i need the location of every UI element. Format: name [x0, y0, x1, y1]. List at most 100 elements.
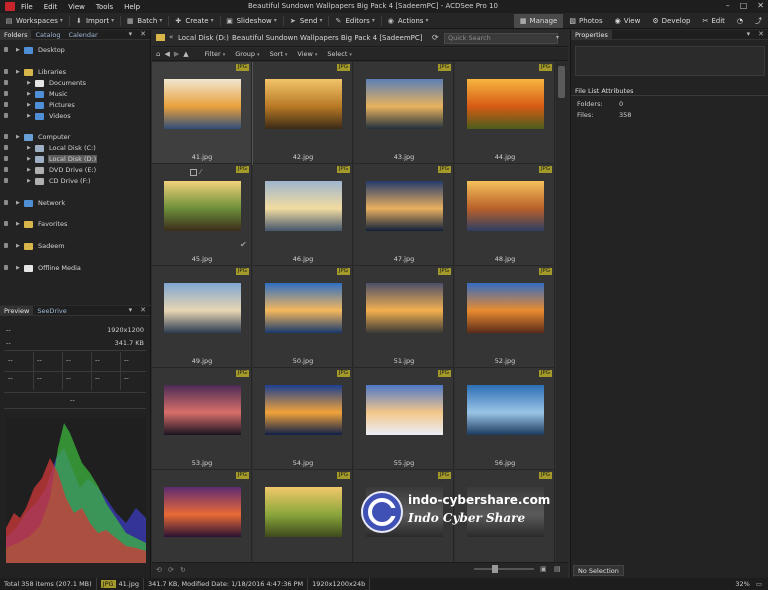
tree-pin-icon[interactable]: [4, 265, 8, 270]
tab-catalog[interactable]: Catalog: [31, 30, 64, 40]
expand-arrow-icon[interactable]: ▶: [16, 221, 24, 227]
menu-view[interactable]: View: [68, 3, 85, 11]
grid-scrollbar-thumb[interactable]: [558, 66, 565, 98]
thumbnail-image[interactable]: [164, 385, 241, 435]
view-menu[interactable]: View ▾: [297, 50, 317, 58]
menu-tools[interactable]: Tools: [96, 3, 113, 11]
minimize-icon[interactable]: –: [726, 1, 730, 10]
thumbnail-cell[interactable]: JPG 45.jpg ⁄ ✔: [152, 164, 252, 266]
expand-arrow-icon[interactable]: ▶: [27, 91, 35, 97]
thumbnail-image[interactable]: [366, 385, 443, 435]
thumbnail-image[interactable]: [265, 487, 342, 537]
import-button[interactable]: ⬇ Import ▾: [75, 17, 114, 25]
batch-button[interactable]: ▦ Batch ▾: [126, 17, 162, 25]
tree-pin-icon[interactable]: [4, 102, 8, 107]
thumbnail-cell[interactable]: JPG 50.jpg: [253, 266, 353, 368]
thumbnail-image[interactable]: [164, 181, 241, 231]
tree-item[interactable]: ▶ Local Disk (D:): [4, 154, 98, 164]
expand-arrow-icon[interactable]: ▶: [16, 265, 24, 271]
tree-pin-icon[interactable]: [4, 200, 8, 205]
thumbnail-cell[interactable]: JPG 41.jpg: [152, 62, 253, 165]
expand-arrow-icon[interactable]: ▶: [27, 145, 35, 151]
thumbnail-image[interactable]: [467, 181, 544, 231]
thumbnail-image[interactable]: [164, 487, 241, 537]
search-dropdown-icon[interactable]: ▾: [556, 34, 559, 41]
slideshow-button[interactable]: ▣ Slideshow ▾: [226, 17, 277, 25]
tree-item[interactable]: ▶ Offline Media: [4, 263, 82, 273]
up-icon[interactable]: ▲: [183, 50, 188, 58]
thumbnail-cell[interactable]: JPG 55.jpg: [354, 368, 454, 470]
thumbnail-image[interactable]: [164, 79, 241, 129]
thumbnail-image[interactable]: [265, 385, 342, 435]
thumbnail-cell[interactable]: JPG 43.jpg: [354, 62, 454, 164]
tree-item[interactable]: ▶ CD Drive (F:): [4, 176, 92, 186]
expand-arrow-icon[interactable]: ▶: [16, 134, 24, 140]
tab-no-selection[interactable]: No Selection: [573, 565, 624, 576]
expand-arrow-icon[interactable]: ▶: [27, 102, 35, 108]
zoom-slider-track[interactable]: [474, 568, 534, 570]
tree-item[interactable]: ▶ DVD Drive (E:): [4, 165, 97, 175]
create-button[interactable]: ✚ Create ▾: [174, 17, 213, 25]
thumbnail-image[interactable]: [467, 79, 544, 129]
tab-folders[interactable]: Folders: [0, 29, 32, 40]
quick-search-input[interactable]: Quick Search: [444, 33, 558, 44]
share-icon[interactable]: ⤴: [749, 14, 768, 28]
thumbnail-image[interactable]: [265, 181, 342, 231]
thumbnail-image[interactable]: [366, 181, 443, 231]
dashboard-icon[interactable]: ◔: [731, 14, 749, 28]
thumbnail-cell[interactable]: JPG 42.jpg: [253, 62, 353, 164]
view-mode-icon[interactable]: ▣: [540, 565, 547, 573]
refresh-icon[interactable]: ⟳: [432, 33, 439, 42]
checkmark-icon[interactable]: ✔: [240, 240, 247, 249]
thumbnail-cell[interactable]: JPG 48.jpg: [455, 164, 555, 266]
thumbnail-cell[interactable]: JPG: [152, 470, 252, 562]
tree-pin-icon[interactable]: [4, 221, 8, 226]
tree-item[interactable]: ▶ Videos: [4, 111, 72, 121]
thumbnail-image[interactable]: [164, 283, 241, 333]
expand-arrow-icon[interactable]: ▶: [27, 80, 35, 86]
mode-view[interactable]: ◉ View: [609, 14, 647, 28]
zoom-icon[interactable]: ▭: [756, 580, 768, 588]
pin-icon[interactable]: ▾: [129, 30, 133, 38]
expand-arrow-icon[interactable]: ▶: [16, 47, 24, 53]
pin-icon[interactable]: ▾: [747, 30, 751, 38]
mode-photos[interactable]: ▧ Photos: [563, 14, 608, 28]
tree-pin-icon[interactable]: [4, 80, 8, 85]
menu-file[interactable]: File: [21, 3, 33, 11]
thumbnail-cell[interactable]: JPG 44.jpg: [455, 62, 555, 164]
tree-pin-icon[interactable]: [4, 113, 8, 118]
tree-pin-icon[interactable]: [4, 167, 8, 172]
thumbnail-image[interactable]: [366, 79, 443, 129]
grid-scrollbar[interactable]: [556, 62, 568, 562]
tab-seedrive[interactable]: SeeDrive: [33, 306, 70, 316]
thumbnail-cell[interactable]: JPG 46.jpg: [253, 164, 353, 266]
editors-button[interactable]: ✎ Editors ▾: [334, 17, 375, 25]
expand-arrow-icon[interactable]: ▶: [27, 178, 35, 184]
thumbnail-image[interactable]: [467, 385, 544, 435]
filter-menu[interactable]: Filter ▾: [205, 50, 226, 58]
tag-checkbox-icon[interactable]: [190, 169, 197, 176]
tab-calendar[interactable]: Calendar: [64, 30, 101, 40]
thumbnail-cell[interactable]: JPG 54.jpg: [253, 368, 353, 470]
thumbnail-cell[interactable]: JPG 53.jpg: [152, 368, 252, 470]
tree-item[interactable]: ▶ Network: [4, 198, 66, 208]
expand-arrow-icon[interactable]: ▶: [27, 167, 35, 173]
menu-edit[interactable]: Edit: [44, 3, 58, 11]
expand-arrow-icon[interactable]: ▶: [16, 243, 24, 249]
back-icon[interactable]: ◀: [164, 50, 169, 58]
mode-manage[interactable]: ▦ Manage: [513, 14, 564, 28]
tree-pin-icon[interactable]: [4, 134, 8, 139]
thumbnail-image[interactable]: [467, 283, 544, 333]
thumbnail-image[interactable]: [265, 79, 342, 129]
tree-item[interactable]: ▶ Libraries: [4, 67, 67, 77]
home-icon[interactable]: ⌂: [156, 50, 160, 58]
actions-button[interactable]: ◉ Actions ▾: [387, 17, 429, 25]
group-menu[interactable]: Group ▾: [235, 50, 259, 58]
pin-icon[interactable]: ▾: [129, 306, 133, 314]
tree-pin-icon[interactable]: [4, 156, 8, 161]
close-icon[interactable]: ✕: [757, 1, 764, 10]
send-button[interactable]: ➤ Send ▾: [289, 17, 323, 25]
thumbnail-cell[interactable]: JPG 47.jpg: [354, 164, 454, 266]
thumbnail-cell[interactable]: JPG 49.jpg: [152, 266, 252, 368]
sort-menu[interactable]: Sort ▾: [270, 50, 288, 58]
